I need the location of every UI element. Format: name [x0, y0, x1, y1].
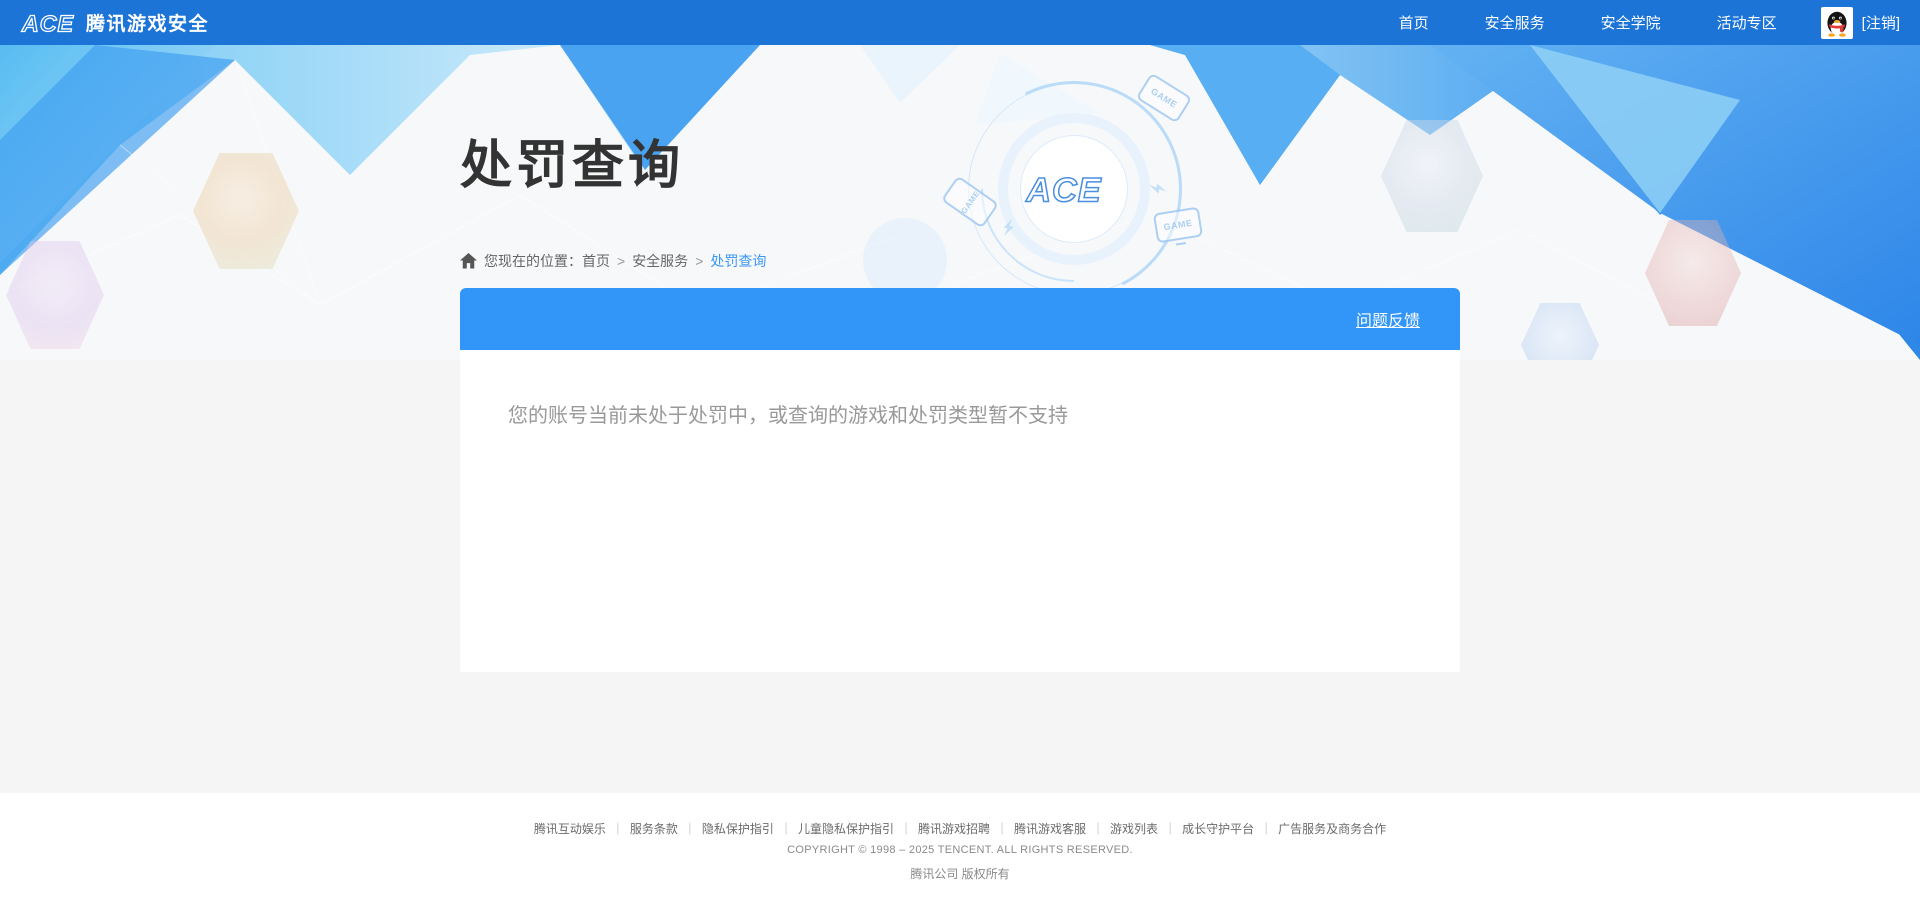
- footer-separator: ｜: [683, 822, 696, 836]
- footer-link[interactable]: 游戏列表: [1110, 822, 1158, 836]
- feedback-link[interactable]: 问题反馈: [1356, 307, 1420, 331]
- ace-logo-icon: ACE: [20, 9, 78, 36]
- footer-link[interactable]: 儿童隐私保护指引: [798, 822, 894, 836]
- copyright-text: COPYRIGHT © 1998 – 2025 TENCENT. ALL RIG…: [787, 844, 1133, 856]
- breadcrumb-separator: >: [617, 253, 626, 269]
- svg-text:ACE: ACE: [21, 10, 75, 36]
- footer-link[interactable]: 腾讯游戏客服: [1014, 822, 1086, 836]
- breadcrumb-separator: >: [695, 253, 704, 269]
- footer-separator: ｜: [1260, 822, 1273, 836]
- footer-separator: ｜: [611, 822, 624, 836]
- footer-separator: ｜: [779, 822, 792, 836]
- site-title: 腾讯游戏安全: [86, 14, 210, 35]
- no-punishment-message: 您的账号当前未处于处罚中，或查询的游戏和处罚类型暂不支持: [508, 405, 1068, 427]
- breadcrumb-security-services[interactable]: 安全服务: [632, 251, 688, 271]
- site-logo[interactable]: ACE 腾讯游戏安全: [20, 9, 210, 36]
- logout-link[interactable]: [注销]: [1862, 12, 1900, 33]
- footer-link[interactable]: 服务条款: [630, 822, 678, 836]
- result-card-header: 问题反馈: [460, 288, 1460, 350]
- page-title: 处罚查询: [460, 137, 685, 195]
- main-nav: 首页 安全服务 安全学院 活动专区 [注销]: [1343, 6, 1900, 39]
- footer-separator: ｜: [1092, 822, 1105, 836]
- page-footer: 腾讯互动娱乐 ｜ 服务条款 ｜ 隐私保护指引 ｜ 儿童隐私保护指引 ｜ 腾讯游戏招聘 ｜ 腾讯游戏客…: [0, 793, 1920, 919]
- home-icon: [460, 253, 477, 269]
- nav-item-activity-zone[interactable]: 活动专区: [1717, 12, 1777, 33]
- company-text: 腾讯公司 版权所有: [910, 867, 1010, 881]
- nav-item-home[interactable]: 首页: [1399, 12, 1429, 33]
- punishment-result-card: 问题反馈 您的账号当前未处于处罚中，或查询的游戏和处罚类型暂不支持: [460, 288, 1460, 672]
- breadcrumb-prefix: 您现在的位置：: [484, 253, 582, 269]
- qq-avatar[interactable]: [1820, 6, 1853, 39]
- top-navbar: ACE 腾讯游戏安全 首页 安全服务 安全学院 活动专区 [注销]: [0, 0, 1920, 45]
- hero-content: 处罚查询 您现在的位置： 首页 > 安全服务 > 处罚查询: [460, 123, 1460, 269]
- qq-penguin-icon: [1827, 11, 1847, 37]
- nav-item-security-academy[interactable]: 安全学院: [1601, 12, 1661, 33]
- footer-link[interactable]: 隐私保护指引: [702, 822, 774, 836]
- breadcrumb: 您现在的位置： 首页 > 安全服务 > 处罚查询: [460, 251, 766, 271]
- footer-link[interactable]: 成长守护平台: [1182, 822, 1254, 836]
- footer-separator: ｜: [996, 822, 1009, 836]
- footer-link[interactable]: 广告服务及商务合作: [1278, 822, 1386, 836]
- nav-item-security-services[interactable]: 安全服务: [1485, 12, 1545, 33]
- footer-separator: ｜: [1164, 822, 1177, 836]
- result-card-body: 您的账号当前未处于处罚中，或查询的游戏和处罚类型暂不支持: [460, 350, 1460, 672]
- breadcrumb-home[interactable]: 首页: [582, 251, 610, 271]
- breadcrumb-current[interactable]: 处罚查询: [710, 251, 766, 271]
- footer-link[interactable]: 腾讯互动娱乐: [534, 822, 606, 836]
- footer-links: 腾讯互动娱乐 ｜ 服务条款 ｜ 隐私保护指引 ｜ 儿童隐私保护指引 ｜ 腾讯游戏招聘 ｜ 腾讯游戏客…: [0, 820, 1920, 837]
- footer-link[interactable]: 腾讯游戏招聘: [918, 822, 990, 836]
- footer-separator: ｜: [899, 822, 912, 836]
